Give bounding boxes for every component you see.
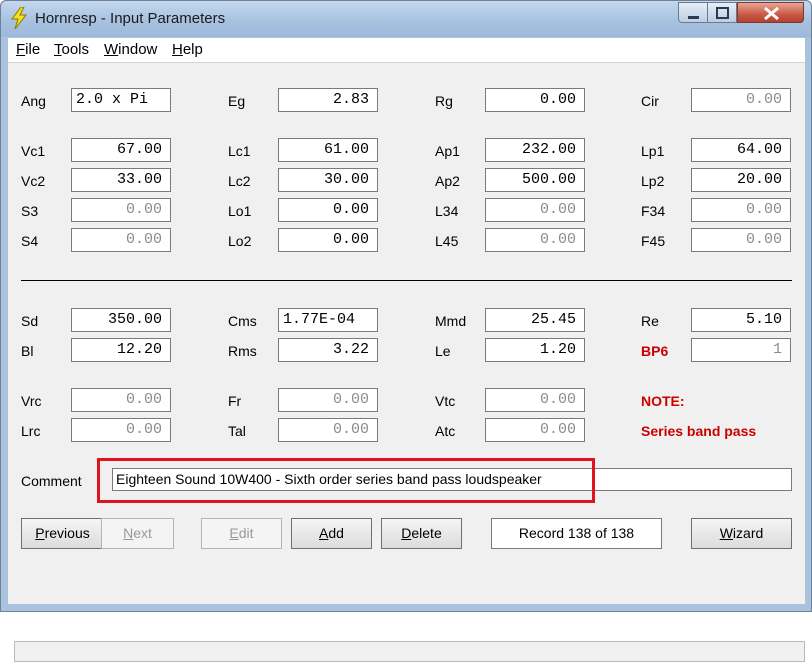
menu-window[interactable]: Window — [104, 41, 157, 58]
l34-label: L34 — [435, 203, 459, 219]
lc2-field[interactable]: 30.00 — [278, 168, 378, 192]
lo1-label: Lo1 — [228, 203, 252, 219]
vc2-field[interactable]: 33.00 — [71, 168, 171, 192]
menu-help[interactable]: Help — [172, 41, 203, 58]
cms-field[interactable]: 1.77E-04 — [278, 308, 378, 332]
s4-field[interactable]: 0.00 — [71, 228, 171, 252]
lc1-label: Lc1 — [228, 143, 251, 159]
ang-label: Ang — [21, 93, 46, 109]
lp1-field[interactable]: 64.00 — [691, 138, 791, 162]
bp6-field[interactable]: 1 — [691, 338, 791, 362]
vc1-field[interactable]: 67.00 — [71, 138, 171, 162]
lc2-label: Lc2 — [228, 173, 251, 189]
tal-field[interactable]: 0.00 — [278, 418, 378, 442]
s4-label: S4 — [21, 233, 39, 249]
tal-label: Tal — [228, 423, 246, 439]
rg-label: Rg — [435, 93, 453, 109]
eg-field[interactable]: 2.83 — [278, 88, 378, 112]
note-heading: NOTE: — [641, 393, 685, 409]
f34-field[interactable]: 0.00 — [691, 198, 791, 222]
s3-field[interactable]: 0.00 — [71, 198, 171, 222]
l45-label: L45 — [435, 233, 459, 249]
lc1-field[interactable]: 61.00 — [278, 138, 378, 162]
next-button[interactable]: Next — [101, 518, 174, 549]
lp2-label: Lp2 — [641, 173, 665, 189]
vtc-label: Vtc — [435, 393, 456, 409]
lightning-bolt-icon — [11, 7, 28, 29]
menu-file[interactable]: File — [16, 41, 40, 58]
delete-button[interactable]: Delete — [381, 518, 462, 549]
f45-label: F45 — [641, 233, 666, 249]
atc-field[interactable]: 0.00 — [485, 418, 585, 442]
bl-label: Bl — [21, 343, 34, 359]
rms-label: Rms — [228, 343, 257, 359]
ap2-label: Ap2 — [435, 173, 460, 189]
atc-label: Atc — [435, 423, 456, 439]
window-title: Hornresp - Input Parameters — [35, 10, 226, 27]
comment-label: Comment — [21, 473, 82, 489]
lrc-field[interactable]: 0.00 — [71, 418, 171, 442]
cir-field[interactable]: 0.00 — [691, 88, 791, 112]
lo2-label: Lo2 — [228, 233, 252, 249]
title-bar[interactable]: Hornresp - Input Parameters — [1, 1, 811, 37]
input-parameters-panel: Ang 2.0 x Pi Eg 2.83 Rg 0.00 Cir 0.00 Vc… — [8, 62, 805, 662]
vrc-label: Vrc — [21, 393, 42, 409]
ap2-field[interactable]: 500.00 — [485, 168, 585, 192]
sd-field[interactable]: 350.00 — [71, 308, 171, 332]
lp2-field[interactable]: 20.00 — [691, 168, 791, 192]
comment-highlight-box — [97, 458, 595, 503]
rms-field[interactable]: 3.22 — [278, 338, 378, 362]
bp6-label: BP6 — [641, 343, 669, 359]
fr-label: Fr — [228, 393, 242, 409]
vc1-label: Vc1 — [21, 143, 46, 159]
le-label: Le — [435, 343, 451, 359]
minimize-icon — [688, 16, 699, 19]
vrc-field[interactable]: 0.00 — [71, 388, 171, 412]
add-button[interactable]: Add — [291, 518, 372, 549]
rg-field[interactable]: 0.00 — [485, 88, 585, 112]
ap1-label: Ap1 — [435, 143, 460, 159]
previous-button[interactable]: Previous — [21, 518, 104, 549]
re-label: Re — [641, 313, 659, 329]
close-button[interactable] — [737, 2, 804, 23]
note-text: Series band pass — [641, 423, 757, 439]
ang-field[interactable]: 2.0 x Pi — [71, 88, 171, 112]
ap1-field[interactable]: 232.00 — [485, 138, 585, 162]
s3-label: S3 — [21, 203, 39, 219]
lp1-label: Lp1 — [641, 143, 665, 159]
f45-field[interactable]: 0.00 — [691, 228, 791, 252]
l45-field[interactable]: 0.00 — [485, 228, 585, 252]
cms-label: Cms — [228, 313, 257, 329]
hornresp-window: Hornresp - Input Parameters File Tools W… — [0, 0, 812, 662]
wizard-button[interactable]: Wizard — [691, 518, 792, 549]
vc2-label: Vc2 — [21, 173, 46, 189]
lo2-field[interactable]: 0.00 — [278, 228, 378, 252]
f34-label: F34 — [641, 203, 666, 219]
fr-field[interactable]: 0.00 — [278, 388, 378, 412]
edit-button[interactable]: Edit — [201, 518, 282, 549]
lrc-label: Lrc — [21, 423, 41, 439]
maximize-button[interactable] — [707, 2, 737, 23]
l34-field[interactable]: 0.00 — [485, 198, 585, 222]
section-divider — [21, 280, 792, 281]
record-indicator: Record 138 of 138 — [491, 518, 662, 549]
le-field[interactable]: 1.20 — [485, 338, 585, 362]
menu-tools[interactable]: Tools — [54, 41, 89, 58]
mmd-label: Mmd — [435, 313, 467, 329]
cir-label: Cir — [641, 93, 659, 109]
close-icon — [764, 6, 779, 21]
menu-bar: File Tools Window Help — [8, 38, 805, 62]
mmd-field[interactable]: 25.45 — [485, 308, 585, 332]
lo1-field[interactable]: 0.00 — [278, 198, 378, 222]
re-field[interactable]: 5.10 — [691, 308, 791, 332]
vtc-field[interactable]: 0.00 — [485, 388, 585, 412]
bl-field[interactable]: 12.20 — [71, 338, 171, 362]
sd-label: Sd — [21, 313, 39, 329]
maximize-icon — [716, 7, 729, 19]
minimize-button[interactable] — [678, 2, 708, 23]
status-bar — [14, 641, 805, 662]
eg-label: Eg — [228, 93, 246, 109]
